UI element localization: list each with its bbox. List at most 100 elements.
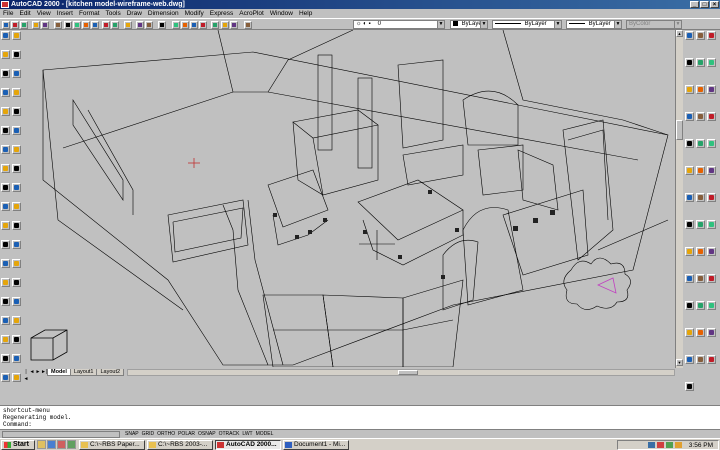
design-center-icon[interactable] bbox=[221, 21, 229, 29]
xref-icon[interactable] bbox=[685, 355, 694, 364]
layer-icon[interactable] bbox=[12, 335, 21, 344]
list-icon[interactable] bbox=[12, 297, 21, 306]
id-point-icon[interactable] bbox=[12, 316, 21, 325]
start-button[interactable]: Start bbox=[1, 439, 35, 450]
open-icon[interactable] bbox=[11, 21, 19, 29]
outlook-icon[interactable] bbox=[57, 440, 66, 449]
erase-icon[interactable] bbox=[1, 316, 10, 325]
dim-diameter-icon[interactable] bbox=[696, 58, 705, 67]
properties-icon[interactable] bbox=[211, 21, 219, 29]
horizontal-scrollbar[interactable] bbox=[127, 368, 675, 376]
construction-line-icon[interactable] bbox=[1, 50, 10, 59]
make-block-icon[interactable] bbox=[1, 221, 10, 230]
material-icon[interactable] bbox=[707, 301, 716, 310]
zoom-window-icon[interactable] bbox=[190, 21, 198, 29]
copy-icon[interactable] bbox=[73, 21, 81, 29]
new-icon[interactable] bbox=[2, 21, 10, 29]
dim-update-icon[interactable] bbox=[707, 139, 716, 148]
scene-icon[interactable] bbox=[696, 301, 705, 310]
offset-icon[interactable] bbox=[1, 373, 10, 382]
ortho-toggle[interactable]: ORTHO bbox=[156, 431, 176, 438]
minimize-button[interactable]: _ bbox=[690, 1, 699, 8]
menu-view[interactable]: View bbox=[37, 10, 51, 17]
dim-ordinate-icon[interactable] bbox=[707, 31, 716, 40]
tab-layout1[interactable]: Layout1 bbox=[69, 368, 98, 376]
menu-tools[interactable]: Tools bbox=[106, 10, 121, 17]
task-folder-rbs-2003[interactable]: C:\~RBS 2003-... bbox=[147, 439, 213, 450]
dim-text-edit-icon[interactable] bbox=[696, 139, 705, 148]
tray-app-icon[interactable] bbox=[665, 442, 673, 448]
view-back-icon[interactable] bbox=[685, 220, 694, 229]
dim-edit-icon[interactable] bbox=[685, 139, 694, 148]
dim-radius-icon[interactable] bbox=[685, 58, 694, 67]
preview-icon[interactable] bbox=[41, 21, 49, 29]
fillet-icon[interactable] bbox=[12, 221, 21, 230]
image-icon[interactable] bbox=[696, 355, 705, 364]
area-icon[interactable] bbox=[12, 278, 21, 287]
title-bar[interactable]: AutoCAD 2000 - [kitchen model-wireframe-… bbox=[0, 0, 720, 9]
snap-toggle[interactable]: SNAP bbox=[124, 431, 140, 438]
menu-help[interactable]: Help bbox=[299, 10, 312, 17]
internet-explorer-icon[interactable] bbox=[47, 440, 56, 449]
hatch-icon[interactable] bbox=[1, 259, 10, 268]
help-icon[interactable] bbox=[244, 21, 252, 29]
redo-icon[interactable] bbox=[111, 21, 119, 29]
view-ne-icon[interactable] bbox=[685, 247, 694, 256]
shade-icon[interactable] bbox=[696, 274, 705, 283]
circle-icon[interactable] bbox=[1, 145, 10, 154]
rotate-icon[interactable] bbox=[12, 69, 21, 78]
menu-modify[interactable]: Modify bbox=[185, 10, 204, 17]
model-toggle[interactable]: MODEL bbox=[255, 431, 275, 438]
menu-edit[interactable]: Edit bbox=[19, 10, 30, 17]
lengthen-icon[interactable] bbox=[12, 126, 21, 135]
undo-icon[interactable] bbox=[102, 21, 110, 29]
antivirus-icon[interactable] bbox=[656, 442, 664, 448]
dim-continue-icon[interactable] bbox=[707, 85, 716, 94]
menu-acroplot[interactable]: AcroPlot bbox=[239, 10, 264, 17]
region-icon[interactable] bbox=[1, 278, 10, 287]
move-icon[interactable] bbox=[12, 50, 21, 59]
polar-toggle[interactable]: POLAR bbox=[177, 431, 196, 438]
scroll-down-icon[interactable]: ▼ bbox=[676, 359, 683, 366]
properties-icon[interactable] bbox=[12, 354, 21, 363]
light-icon[interactable] bbox=[685, 301, 694, 310]
network-icon[interactable] bbox=[647, 442, 655, 448]
break-icon[interactable] bbox=[12, 183, 21, 192]
menu-draw[interactable]: Draw bbox=[127, 10, 142, 17]
media-icon[interactable] bbox=[67, 440, 76, 449]
hyperlink-icon[interactable] bbox=[124, 21, 132, 29]
zoom-icon[interactable] bbox=[181, 21, 189, 29]
desktop-icon[interactable] bbox=[37, 440, 46, 449]
spline-icon[interactable] bbox=[1, 164, 10, 173]
tab-model[interactable]: Model bbox=[47, 368, 71, 376]
ucs-icon[interactable] bbox=[145, 21, 153, 29]
lwt-toggle[interactable]: LWT bbox=[241, 431, 253, 438]
menu-dimension[interactable]: Dimension bbox=[148, 10, 179, 17]
color-combo[interactable]: ByLayer ▼ bbox=[450, 20, 488, 29]
tracking-icon[interactable] bbox=[136, 21, 144, 29]
task-word-document[interactable]: Document1 - Mi... bbox=[283, 439, 349, 450]
chamfer-icon[interactable] bbox=[12, 202, 21, 211]
menu-format[interactable]: Format bbox=[79, 10, 100, 17]
view-nw-icon[interactable] bbox=[696, 247, 705, 256]
dist-icon[interactable] bbox=[12, 259, 21, 268]
menu-window[interactable]: Window bbox=[270, 10, 293, 17]
mirror-icon[interactable] bbox=[1, 354, 10, 363]
view-right-icon[interactable] bbox=[696, 193, 705, 202]
match-icon[interactable] bbox=[91, 21, 99, 29]
view-front-icon[interactable] bbox=[707, 193, 716, 202]
view-sw-icon[interactable] bbox=[696, 220, 705, 229]
ellipse-icon[interactable] bbox=[1, 183, 10, 192]
rectangle-icon[interactable] bbox=[1, 107, 10, 116]
polyline-icon[interactable] bbox=[1, 69, 10, 78]
tolerance-icon[interactable] bbox=[696, 112, 705, 121]
text-icon[interactable] bbox=[1, 297, 10, 306]
plotstyle-combo[interactable]: ByColor ▼ bbox=[626, 20, 682, 29]
volume-icon[interactable] bbox=[674, 442, 682, 448]
close-button[interactable]: × bbox=[710, 1, 719, 8]
arc-icon[interactable] bbox=[1, 126, 10, 135]
dim-aligned-icon[interactable] bbox=[696, 31, 705, 40]
dim-linear-icon[interactable] bbox=[685, 31, 694, 40]
render-icon[interactable] bbox=[707, 274, 716, 283]
fog-icon[interactable] bbox=[696, 328, 705, 337]
